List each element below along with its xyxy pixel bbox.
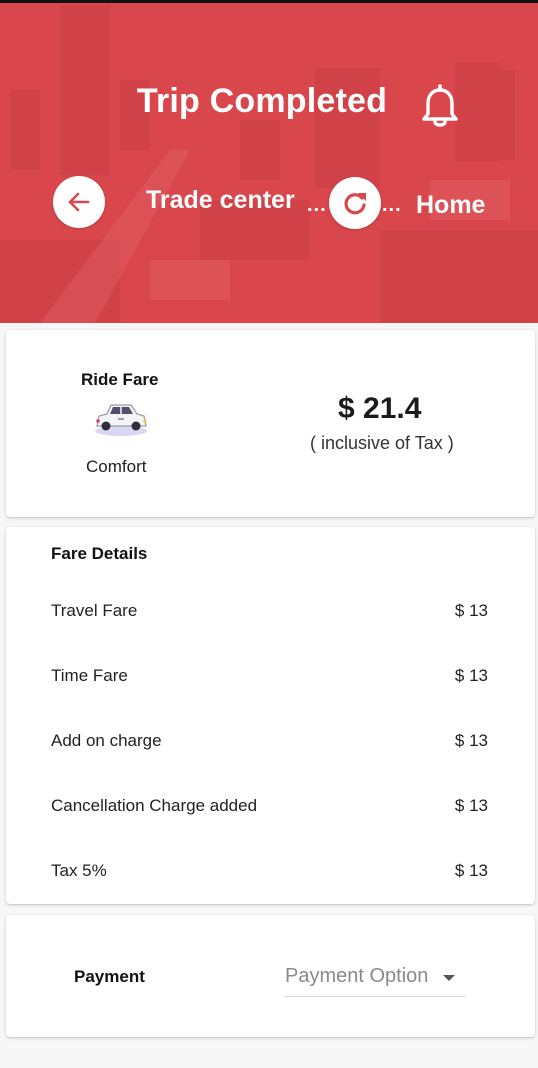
car-icon: [95, 404, 147, 436]
fare-row-travel: Travel Fare $ 13: [51, 601, 488, 625]
fare-row-cancellation: Cancellation Charge added $ 13: [51, 796, 488, 820]
fare-row-add-on: Add on charge $ 13: [51, 731, 488, 755]
fare-row-label: Tax 5%: [51, 861, 107, 880]
back-button[interactable]: [53, 176, 105, 228]
ride-fare-title: Ride Fare: [81, 370, 159, 389]
pickup-location: Trade center: [146, 186, 295, 214]
fare-row-value: $ 13: [454, 861, 488, 880]
refresh-button[interactable]: [329, 177, 381, 229]
fare-row-tax: Tax 5% $ 13: [51, 861, 488, 885]
route-dots: ...: [307, 194, 327, 216]
bell-icon: [422, 84, 458, 127]
fare-row-label: Travel Fare: [51, 601, 138, 620]
arrow-left-icon: [68, 192, 90, 212]
fare-row-value: $ 13: [454, 731, 488, 750]
payment-card: Payment Payment Option: [6, 915, 535, 1037]
ride-fare-card: Ride Fare Comfort $ 21.4 ( inclusive of …: [6, 330, 535, 517]
payment-option-dropdown[interactable]: Payment Option: [284, 961, 466, 997]
payment-label: Payment: [74, 967, 145, 986]
refresh-icon: [344, 193, 366, 215]
total-fare-amount: $ 21.4: [338, 392, 422, 425]
caret-down-icon: [443, 975, 455, 981]
fare-row-value: $ 13: [454, 601, 488, 620]
fare-row-label: Add on charge: [51, 731, 162, 750]
header: Trip Completed Trade center ... ... Home: [0, 0, 538, 323]
fare-row-time: Time Fare $ 13: [51, 666, 488, 690]
payment-option-placeholder: Payment Option: [285, 965, 429, 987]
fare-details-title: Fare Details: [51, 544, 148, 563]
route-dots: ...: [382, 194, 402, 216]
fare-row-label: Time Fare: [51, 666, 128, 685]
city-background-image: [0, 5, 538, 323]
fare-details-card: Fare Details Travel Fare $ 13 Time Fare …: [6, 527, 535, 904]
drop-location: Home: [416, 191, 486, 219]
status-bar-edge: [0, 0, 538, 3]
car-type-label: Comfort: [86, 457, 147, 476]
tax-note: ( inclusive of Tax ): [310, 433, 454, 453]
fare-row-value: $ 13: [454, 796, 488, 815]
notification-button[interactable]: [418, 84, 462, 130]
fare-row-value: $ 13: [454, 666, 488, 685]
fare-row-label: Cancellation Charge added: [51, 796, 258, 815]
